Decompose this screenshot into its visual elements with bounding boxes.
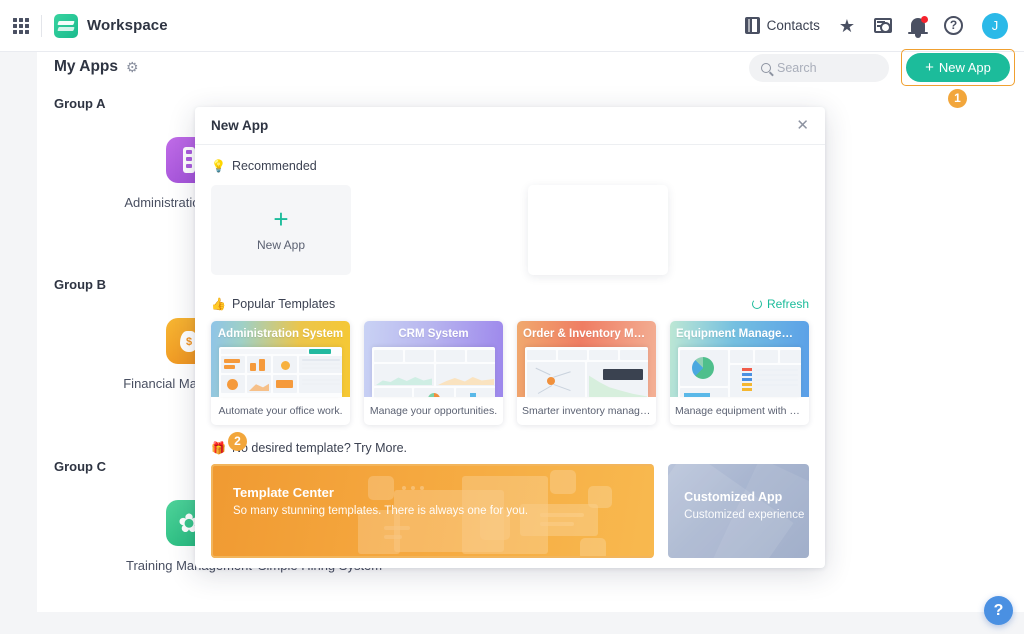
- new-app-card-label: New App: [257, 238, 305, 252]
- recommended-cards: + New App: [211, 185, 809, 275]
- modal-title: New App: [211, 118, 268, 133]
- new-app-button[interactable]: + New App: [906, 53, 1010, 82]
- left-rail: [0, 52, 37, 634]
- template-card-equipment-management[interactable]: Equipment Management: [670, 321, 809, 425]
- template-caption: Smarter inventory management...: [517, 397, 656, 425]
- template-title: Equipment Management: [670, 328, 809, 340]
- topbar-divider: [41, 15, 42, 37]
- help-floating-button[interactable]: ?: [984, 596, 1013, 625]
- template-center-subtitle: So many stunning templates. There is alw…: [233, 505, 528, 517]
- new-app-button-label: New App: [939, 60, 991, 75]
- template-banner: Administration System: [211, 321, 350, 397]
- page-title: My Apps: [54, 58, 118, 76]
- step-badge-1: 1: [948, 89, 967, 108]
- lightbulb-icon: 💡: [211, 159, 226, 173]
- group-label-c: Group C: [54, 459, 106, 474]
- template-card-crm-system[interactable]: CRM System: [364, 321, 503, 425]
- template-thumbnail: [525, 347, 648, 397]
- template-caption: Automate your office work.: [211, 397, 350, 425]
- template-title: Order & Inventory Manag...: [517, 328, 656, 340]
- group-label-a: Group A: [54, 96, 106, 111]
- recommended-blank-card[interactable]: [528, 185, 668, 275]
- grid-apps-icon[interactable]: [11, 16, 31, 36]
- template-caption: Manage your opportunities.: [364, 397, 503, 425]
- recommended-heading: Recommended: [232, 159, 317, 173]
- popular-templates-heading: Popular Templates: [232, 297, 335, 311]
- group-label-b: Group B: [54, 277, 106, 292]
- new-app-modal: New App ✕ 💡 Recommended + New App 👍 Popu…: [195, 107, 825, 568]
- template-banner: CRM System: [364, 321, 503, 397]
- try-more-heading: No desired template? Try More.: [232, 441, 407, 455]
- top-navigation-bar: Workspace Contacts ★ ? J: [0, 0, 1024, 52]
- template-card-order-inventory-management[interactable]: Order & Inventory Manag...: [517, 321, 656, 425]
- close-icon[interactable]: ✕: [796, 118, 809, 133]
- brand-name: Workspace: [87, 17, 168, 34]
- more-options-row: Template Center So many stunning templat…: [211, 464, 809, 558]
- new-app-card[interactable]: + New App: [211, 185, 351, 275]
- refresh-label: Refresh: [767, 297, 809, 311]
- template-thumbnail: [372, 347, 495, 397]
- search-input[interactable]: [777, 61, 877, 75]
- modal-body: 💡 Recommended + New App 👍 Popular Templa…: [195, 145, 825, 558]
- template-card-administration-system[interactable]: Administration System: [211, 321, 350, 425]
- gear-icon[interactable]: ⚙: [126, 59, 139, 76]
- contacts-label: Contacts: [767, 18, 820, 33]
- plus-icon: +: [925, 60, 934, 75]
- notifications-button[interactable]: [911, 18, 925, 33]
- refresh-icon: [752, 299, 762, 309]
- customized-app-subtitle: Customized experience: [684, 509, 804, 521]
- content-footer-strip: [37, 612, 1024, 634]
- notification-dot: [921, 16, 928, 23]
- template-banner: Equipment Management: [670, 321, 809, 397]
- brand-logo-group[interactable]: Workspace: [54, 14, 168, 38]
- contacts-book-icon: [745, 17, 760, 34]
- search-box[interactable]: [749, 54, 889, 82]
- step-badge-2: 2: [228, 432, 247, 451]
- contacts-link[interactable]: Contacts: [745, 17, 820, 34]
- customized-app-title: Customized App: [684, 490, 782, 504]
- template-thumbnail: [678, 347, 801, 397]
- template-title: Administration System: [211, 328, 350, 340]
- avatar[interactable]: J: [982, 13, 1008, 39]
- popular-templates-row: Administration System: [211, 321, 809, 425]
- template-center-title: Template Center: [233, 485, 334, 500]
- star-icon[interactable]: ★: [839, 17, 855, 35]
- template-banner: Order & Inventory Manag...: [517, 321, 656, 397]
- template-thumbnail: [219, 347, 342, 397]
- workspace-logo-icon: [54, 14, 78, 38]
- help-circle-icon[interactable]: ?: [944, 16, 963, 35]
- gift-box-icon: 🎁: [211, 441, 226, 455]
- template-caption: Manage equipment with data.: [670, 397, 809, 425]
- modal-header: New App ✕: [195, 107, 825, 145]
- refresh-button[interactable]: Refresh: [752, 297, 809, 311]
- recommended-section-header: 💡 Recommended: [211, 159, 809, 173]
- topbar-actions: Contacts ★ ? J: [745, 13, 1024, 39]
- todo-list-icon[interactable]: [874, 18, 892, 33]
- page-title-row: My Apps ⚙: [54, 58, 139, 76]
- template-title: CRM System: [364, 328, 503, 340]
- try-more-section-header: 🎁 No desired template? Try More.: [211, 441, 809, 455]
- search-icon: [761, 63, 771, 73]
- plus-icon: +: [273, 209, 288, 229]
- template-center-card[interactable]: Template Center So many stunning templat…: [211, 464, 654, 558]
- popular-templates-section-header: 👍 Popular Templates Refresh: [211, 297, 809, 311]
- thumbs-up-icon: 👍: [211, 297, 226, 311]
- customized-app-card[interactable]: Customized App Customized experience: [668, 464, 809, 558]
